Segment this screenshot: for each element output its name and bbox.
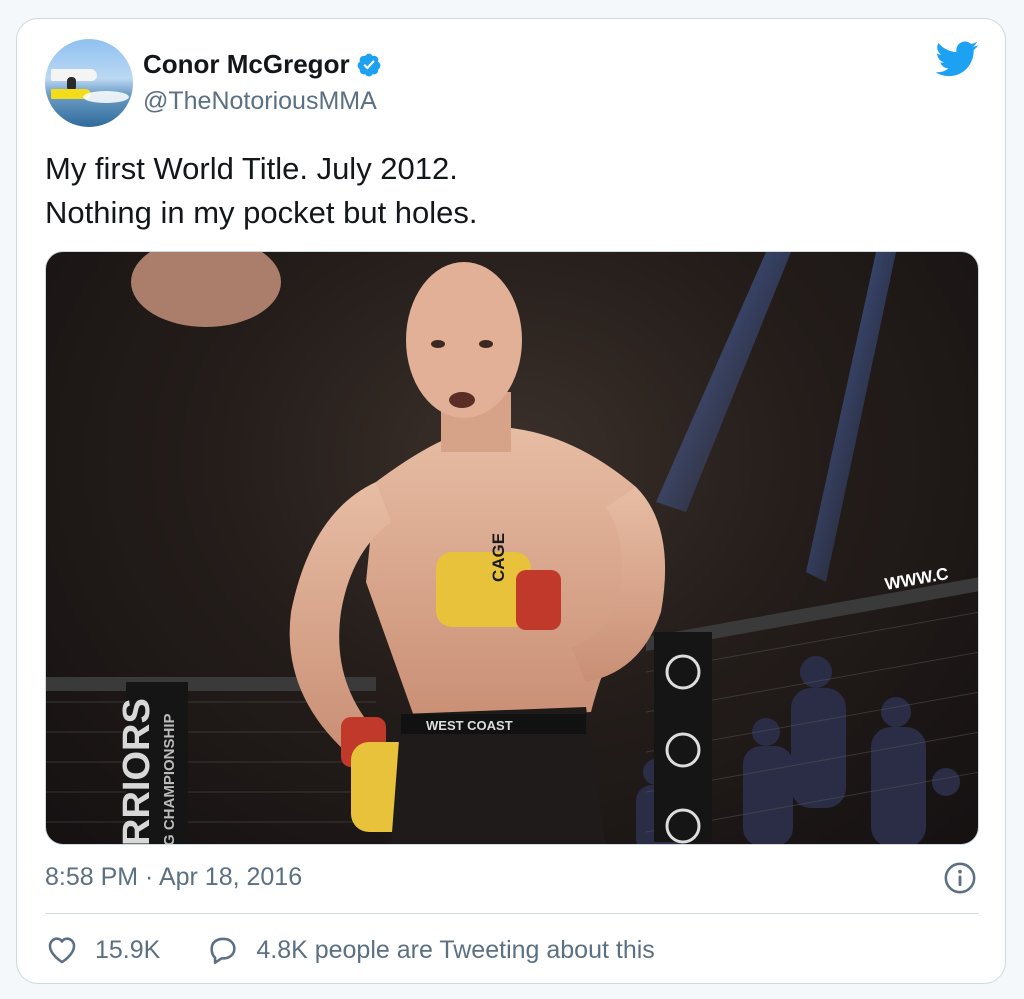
- reply-text: 4.8K people are Tweeting about this: [256, 935, 655, 964]
- tweet-actions: 15.9K 4.8K people are Tweeting about thi…: [45, 933, 655, 967]
- author-handle[interactable]: @TheNotoriousMMA: [143, 87, 377, 116]
- tweet-text: My first World Title. July 2012. Nothing…: [45, 151, 478, 230]
- fighter-in-cage-photo: RRIORS G CHAMPIONSHIP WWW.C CAGE WEST CO…: [46, 252, 978, 845]
- spotlight-beam: [806, 252, 896, 582]
- author-name-row: Conor McGregor: [143, 49, 382, 80]
- heart-icon: [48, 937, 76, 964]
- glove-brand-text: CAGE: [489, 533, 508, 582]
- reply-button[interactable]: 4.8K people are Tweeting about this: [206, 933, 655, 967]
- tweet-timestamp[interactable]: 8:58 PM · Apr 18, 2016: [45, 863, 302, 892]
- fighter: CAGE WEST COAST: [289, 262, 666, 844]
- avatar[interactable]: [45, 39, 133, 127]
- spotlight-beam: [656, 252, 791, 512]
- likes-count: 15.9K: [95, 935, 161, 964]
- twitter-bird-icon[interactable]: [935, 41, 979, 77]
- cage-banner-text: RRIORS: [116, 698, 158, 845]
- tweet-card[interactable]: Conor McGregor @TheNotoriousMMA My first…: [16, 18, 1006, 984]
- blurred-arm: [131, 252, 281, 327]
- shorts-waistband-text: WEST COAST: [426, 718, 513, 733]
- divider: [45, 913, 979, 914]
- info-icon[interactable]: [943, 861, 977, 895]
- cage-banner-subtext: G CHAMPIONSHIP: [161, 713, 178, 845]
- like-button[interactable]: 15.9K: [45, 933, 160, 967]
- author-display-name[interactable]: Conor McGregor: [143, 49, 350, 80]
- verified-badge-icon: [357, 53, 380, 76]
- speech-bubble-icon: [210, 937, 236, 965]
- tweet-media-photo[interactable]: RRIORS G CHAMPIONSHIP WWW.C CAGE WEST CO…: [45, 251, 979, 845]
- avatar-water-spray: [83, 91, 129, 103]
